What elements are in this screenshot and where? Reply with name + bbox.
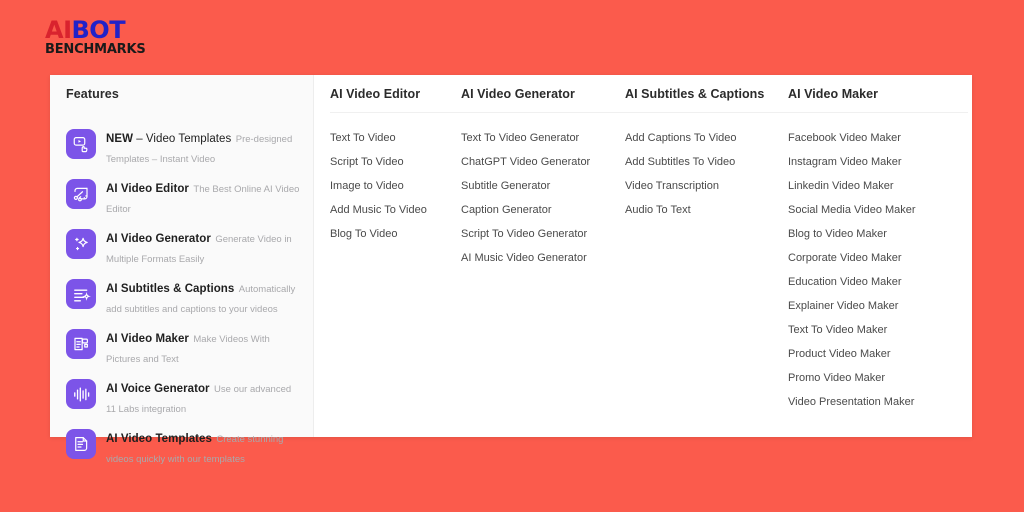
column-heading: AI Video Generator: [461, 75, 625, 113]
link-linkedin-video-maker[interactable]: Linkedin Video Maker: [788, 174, 968, 198]
link-blog-to-video-maker[interactable]: Blog to Video Maker: [788, 222, 968, 246]
sidebar-item-text: AI Video Editor The Best Online AI Video…: [96, 178, 301, 218]
site-logo[interactable]: AIBOT BENCHMARKS: [45, 18, 146, 56]
sidebar-item-video-templates-new[interactable]: NEW – Video Templates Pre-designed Templ…: [50, 123, 313, 173]
sidebar-item-ai-video-generator[interactable]: AI Video Generator Generate Video in Mul…: [50, 223, 313, 273]
sidebar-item-label: AI Video Editor: [106, 183, 189, 195]
video-thumbsup-icon: [66, 129, 96, 159]
link-script-to-video-generator[interactable]: Script To Video Generator: [461, 222, 625, 246]
features-sidebar: Features NEW – Video Templates Pre-desig…: [50, 75, 314, 465]
sidebar-header: Features: [50, 75, 313, 113]
column-link-list: Text To Video Script To Video Image to V…: [330, 113, 461, 246]
link-ai-music-video-generator[interactable]: AI Music Video Generator: [461, 246, 625, 270]
sidebar-item-ai-voice-generator[interactable]: AI Voice Generator Use our advanced 11 L…: [50, 373, 313, 423]
sidebar-item-text: AI Video Templates Create stunning video…: [96, 428, 301, 468]
sidebar-item-text: AI Voice Generator Use our advanced 11 L…: [96, 378, 301, 418]
sidebar-item-ai-video-editor[interactable]: AI Video Editor The Best Online AI Video…: [50, 173, 313, 223]
link-audio-to-text[interactable]: Audio To Text: [625, 198, 788, 222]
link-add-music-to-video[interactable]: Add Music To Video: [330, 198, 461, 222]
link-product-video-maker[interactable]: Product Video Maker: [788, 342, 968, 366]
link-subtitle-generator[interactable]: Subtitle Generator: [461, 174, 625, 198]
column-heading: AI Subtitles & Captions: [625, 75, 788, 113]
link-education-video-maker[interactable]: Education Video Maker: [788, 270, 968, 294]
column-ai-video-maker: AI Video Maker Facebook Video Maker Inst…: [788, 75, 968, 437]
sidebar-item-label-rest: – Video Templates: [132, 133, 232, 145]
sidebar-item-label: AI Subtitles & Captions: [106, 283, 235, 295]
link-chatgpt-video-generator[interactable]: ChatGPT Video Generator: [461, 150, 625, 174]
link-corporate-video-maker[interactable]: Corporate Video Maker: [788, 246, 968, 270]
link-video-transcription[interactable]: Video Transcription: [625, 174, 788, 198]
sidebar-item-text: NEW – Video Templates Pre-designed Templ…: [96, 128, 301, 168]
column-link-list: Text To Video Generator ChatGPT Video Ge…: [461, 113, 625, 270]
link-explainer-video-maker[interactable]: Explainer Video Maker: [788, 294, 968, 318]
sidebar-item-label: NEW – Video Templates: [106, 133, 231, 145]
sidebar-item-text: AI Subtitles & Captions Automatically ad…: [96, 278, 301, 318]
scissors-cut-icon: [66, 179, 96, 209]
sidebar-title: Features: [66, 87, 119, 101]
link-image-to-video[interactable]: Image to Video: [330, 174, 461, 198]
link-facebook-video-maker[interactable]: Facebook Video Maker: [788, 126, 968, 150]
column-heading: AI Video Editor: [330, 75, 461, 113]
link-add-captions-to-video[interactable]: Add Captions To Video: [625, 126, 788, 150]
link-columns: AI Video Editor Text To Video Script To …: [314, 75, 972, 437]
logo-text-benchmarks: BENCHMARKS: [45, 42, 146, 57]
column-ai-video-editor: AI Video Editor Text To Video Script To …: [330, 75, 461, 437]
document-video-icon: [66, 329, 96, 359]
logo-text-ai: AI: [45, 16, 72, 44]
link-blog-to-video[interactable]: Blog To Video: [330, 222, 461, 246]
subtitle-lines-sparkle-icon: [66, 279, 96, 309]
link-text-to-video-maker[interactable]: Text To Video Maker: [788, 318, 968, 342]
sidebar-item-list: NEW – Video Templates Pre-designed Templ…: [50, 113, 313, 473]
link-add-subtitles-to-video[interactable]: Add Subtitles To Video: [625, 150, 788, 174]
column-link-list: Facebook Video Maker Instagram Video Mak…: [788, 113, 968, 414]
logo-top-row: AIBOT: [45, 18, 146, 42]
link-text-to-video-generator[interactable]: Text To Video Generator: [461, 126, 625, 150]
column-heading: AI Video Maker: [788, 75, 968, 113]
link-promo-video-maker[interactable]: Promo Video Maker: [788, 366, 968, 390]
column-ai-subtitles-captions: AI Subtitles & Captions Add Captions To …: [625, 75, 788, 437]
link-instagram-video-maker[interactable]: Instagram Video Maker: [788, 150, 968, 174]
column-ai-video-generator: AI Video Generator Text To Video Generat…: [461, 75, 625, 437]
column-link-list: Add Captions To Video Add Subtitles To V…: [625, 113, 788, 222]
sidebar-item-ai-video-maker[interactable]: AI Video Maker Make Videos With Pictures…: [50, 323, 313, 373]
link-text-to-video[interactable]: Text To Video: [330, 126, 461, 150]
link-caption-generator[interactable]: Caption Generator: [461, 198, 625, 222]
sidebar-item-label-bold: NEW: [106, 133, 133, 145]
mega-menu-panel: Features NEW – Video Templates Pre-desig…: [50, 75, 972, 465]
sidebar-item-label: AI Video Generator: [106, 233, 211, 245]
audio-waveform-icon: [66, 379, 96, 409]
sidebar-item-label: AI Voice Generator: [106, 383, 210, 395]
link-video-presentation-maker[interactable]: Video Presentation Maker: [788, 390, 968, 414]
sparkle-star-icon: [66, 229, 96, 259]
link-script-to-video[interactable]: Script To Video: [330, 150, 461, 174]
link-social-media-video-maker[interactable]: Social Media Video Maker: [788, 198, 968, 222]
sidebar-item-text: AI Video Maker Make Videos With Pictures…: [96, 328, 301, 368]
sidebar-item-ai-video-templates[interactable]: AI Video Templates Create stunning video…: [50, 423, 313, 473]
sidebar-item-label: AI Video Templates: [106, 433, 212, 445]
sidebar-item-text: AI Video Generator Generate Video in Mul…: [96, 228, 301, 268]
sidebar-item-label: AI Video Maker: [106, 333, 189, 345]
sidebar-item-ai-subtitles-captions[interactable]: AI Subtitles & Captions Automatically ad…: [50, 273, 313, 323]
logo-text-bot: BOT: [71, 16, 126, 44]
document-template-icon: [66, 429, 96, 459]
